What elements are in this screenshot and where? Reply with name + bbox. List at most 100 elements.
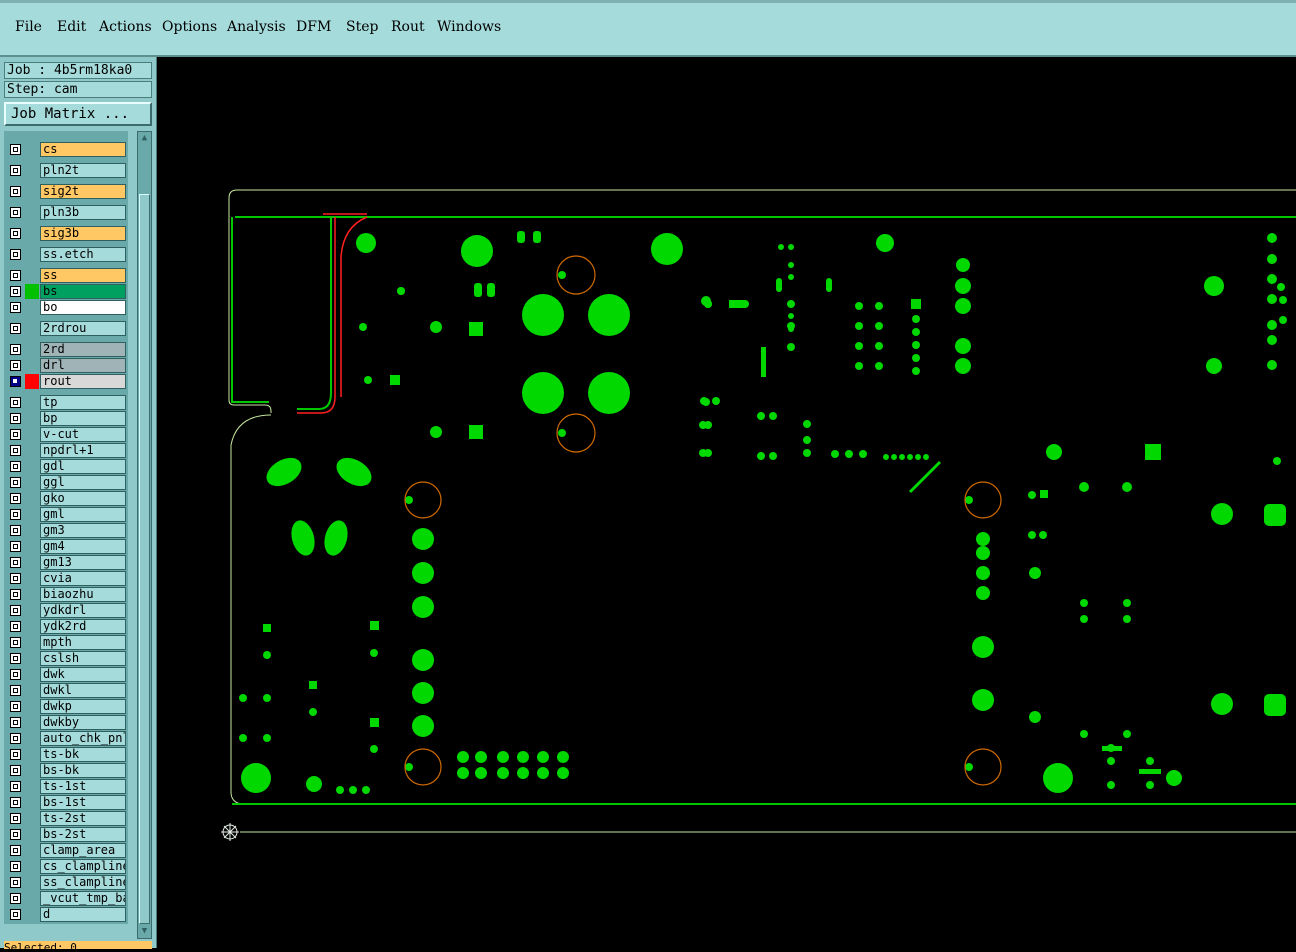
layer-name[interactable]: _vcut_tmp_ba [40,891,126,906]
layer-checkbox[interactable] [10,249,21,260]
layer-row-cs-clampline[interactable]: cs_clampline [4,859,128,874]
layer-name[interactable]: ts-2st [40,811,126,826]
layer-row-drl[interactable]: drl [4,358,128,373]
layer-name[interactable]: v-cut [40,427,126,442]
layer-name[interactable]: ss.etch [40,247,126,262]
layer-checkbox[interactable] [10,765,21,776]
layer-color-swatch[interactable] [25,284,39,299]
layer-name[interactable]: clamp_area [40,843,126,858]
layer-name[interactable]: cs [40,142,126,157]
layer-name[interactable]: pln3b [40,205,126,220]
layer-name[interactable]: tp [40,395,126,410]
layer-name[interactable]: ss [40,268,126,283]
layer-name[interactable]: ydk2rd [40,619,126,634]
layer-name[interactable]: rout [40,374,126,389]
layer-name[interactable]: bs [40,284,126,299]
layer-name[interactable]: dwkby [40,715,126,730]
layer-checkbox[interactable] [10,541,21,552]
layer-row-ts-1st[interactable]: ts-1st [4,779,128,794]
layer-checkbox[interactable] [10,669,21,680]
layer-name[interactable]: sig3b [40,226,126,241]
layer-name[interactable]: bs-1st [40,795,126,810]
layer-checkbox[interactable] [10,605,21,616]
layer-checkbox[interactable] [10,445,21,456]
layer-row-2rd[interactable]: 2rd [4,342,128,357]
layer-row-pln2t[interactable]: pln2t [4,163,128,178]
layer-name[interactable]: dwkl [40,683,126,698]
layer-name[interactable]: bs-2st [40,827,126,842]
layer-checkbox[interactable] [10,270,21,281]
menu-dfm[interactable]: DFM [296,19,331,35]
layer-name[interactable]: ggl [40,475,126,490]
layer-row-sig2t[interactable]: sig2t [4,184,128,199]
layer-name[interactable]: gko [40,491,126,506]
layer-row-ydk2rd[interactable]: ydk2rd [4,619,128,634]
layer-name[interactable]: dwkp [40,699,126,714]
menu-analysis[interactable]: Analysis [227,19,286,35]
layer-name[interactable]: ts-bk [40,747,126,762]
layer-name[interactable]: gml [40,507,126,522]
layer-checkbox[interactable] [10,397,21,408]
layer-row-bs-bk[interactable]: bs-bk [4,763,128,778]
layer-checkbox[interactable] [10,813,21,824]
layer-checkbox[interactable] [10,621,21,632]
layer-name[interactable]: gm4 [40,539,126,554]
layer-name[interactable]: gdl [40,459,126,474]
layer-row-d[interactable]: d [4,907,128,922]
layer-checkbox[interactable] [10,909,21,920]
layer-row-dwk[interactable]: dwk [4,667,128,682]
layer-checkbox[interactable] [10,845,21,856]
menu-actions[interactable]: Actions [99,19,152,35]
layer-name[interactable]: auto_chk_pnl [40,731,126,746]
layer-row-bs-1st[interactable]: bs-1st [4,795,128,810]
layer-checkbox[interactable] [10,877,21,888]
layer-name[interactable]: bs-bk [40,763,126,778]
layer-row-cs[interactable]: cs [4,142,128,157]
layer-checkbox[interactable] [10,749,21,760]
layer-row-dwkp[interactable]: dwkp [4,699,128,714]
layer-row-bs-2st[interactable]: bs-2st [4,827,128,842]
layer-checkbox[interactable] [10,286,21,297]
layer-row-ts-2st[interactable]: ts-2st [4,811,128,826]
layer-name[interactable]: npdrl+1 [40,443,126,458]
layer-row-bs[interactable]: bs [4,284,128,299]
layer-name[interactable]: mpth [40,635,126,650]
layer-row-biaozhu[interactable]: biaozhu [4,587,128,602]
menu-file[interactable]: File [15,19,42,35]
layer-row-gm3[interactable]: gm3 [4,523,128,538]
layer-checkbox[interactable] [10,557,21,568]
layer-name[interactable]: cvia [40,571,126,586]
layer-checkbox[interactable] [10,653,21,664]
layer-checkbox[interactable] [10,781,21,792]
layer-row-ss[interactable]: ss [4,268,128,283]
layer-row-auto-chk-pnl[interactable]: auto_chk_pnl [4,731,128,746]
menu-rout[interactable]: Rout [391,19,425,35]
layer-checkbox[interactable] [10,829,21,840]
layer-row-gm13[interactable]: gm13 [4,555,128,570]
layer-checkbox[interactable] [10,360,21,371]
graphics-canvas[interactable] [157,57,1296,948]
layer-checkbox[interactable] [10,323,21,334]
layer-checkbox[interactable] [10,493,21,504]
layer-name[interactable]: d [40,907,126,922]
layer-checkbox[interactable] [10,893,21,904]
layer-name[interactable]: drl [40,358,126,373]
layer-checkbox[interactable] [10,228,21,239]
layer-row-gm4[interactable]: gm4 [4,539,128,554]
menu-windows[interactable]: Windows [437,19,501,35]
layer-row-bp[interactable]: bp [4,411,128,426]
layer-row-tp[interactable]: tp [4,395,128,410]
layer-row-cvia[interactable]: cvia [4,571,128,586]
layer-checkbox[interactable] [10,429,21,440]
layer-row-dwkl[interactable]: dwkl [4,683,128,698]
layer-list-scrollbar[interactable]: ▲ ▼ [137,131,152,939]
layer-checkbox[interactable] [10,413,21,424]
layer-name[interactable]: gm13 [40,555,126,570]
layer-row-ss-clampline[interactable]: ss_clampline [4,875,128,890]
layer-name[interactable]: 2rd [40,342,126,357]
layer-checkbox[interactable] [10,376,21,387]
layer-checkbox[interactable] [10,717,21,728]
layer-name[interactable]: ss_clampline [40,875,126,890]
layer-row-bo[interactable]: bo [4,300,128,315]
menu-step[interactable]: Step [346,19,378,35]
